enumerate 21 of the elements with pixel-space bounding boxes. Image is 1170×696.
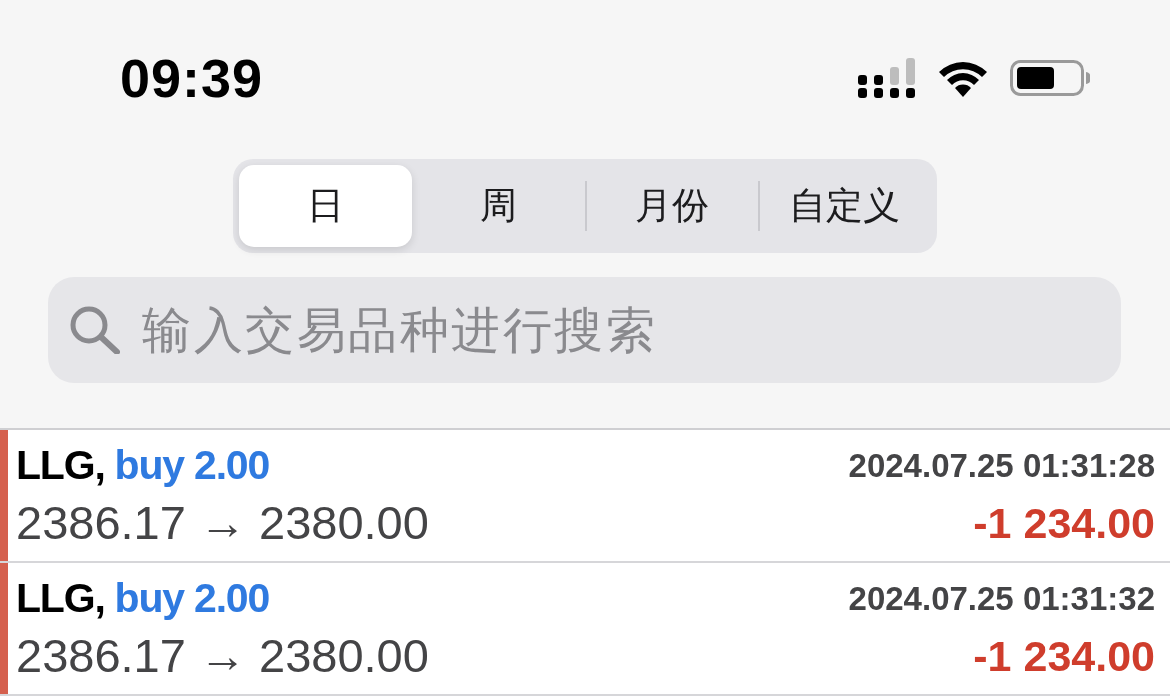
wifi-icon bbox=[938, 59, 988, 97]
search-icon bbox=[70, 306, 120, 354]
period-tab[interactable]: 月份 bbox=[585, 165, 758, 247]
battery-icon bbox=[1010, 60, 1090, 96]
period-tab[interactable]: 周 bbox=[412, 165, 585, 247]
trade-order: buy 2.00 bbox=[114, 441, 270, 491]
trade-profit: -1 234.00 bbox=[973, 630, 1155, 682]
trade-order: buy 2.00 bbox=[114, 574, 270, 624]
trade-time: 2024.07.25 01:31:32 bbox=[848, 579, 1155, 620]
trade-time: 2024.07.25 01:31:28 bbox=[848, 446, 1155, 487]
cellular-signal-icon bbox=[858, 58, 916, 98]
trade-prices: 2386.17 → 2380.00 bbox=[16, 627, 429, 684]
trade-prices: 2386.17 → 2380.00 bbox=[16, 494, 429, 551]
period-tab[interactable]: 自定义 bbox=[758, 165, 931, 247]
period-tab[interactable]: 日 bbox=[239, 165, 412, 247]
status-time: 09:39 bbox=[120, 51, 264, 105]
trade-symbol: LLG, bbox=[16, 441, 105, 491]
trade-row[interactable]: LLG, buy 2.00 2024.07.25 01:31:32 2386.17 → 2380.00 -1 234.00 bbox=[0, 563, 1170, 696]
trade-symbol: LLG, bbox=[16, 574, 105, 624]
trade-row[interactable]: LLG, buy 2.00 2024.07.25 01:31:28 2386.17 → 2380.00 -1 234.00 bbox=[0, 430, 1170, 563]
trade-profit: -1 234.00 bbox=[973, 497, 1155, 549]
